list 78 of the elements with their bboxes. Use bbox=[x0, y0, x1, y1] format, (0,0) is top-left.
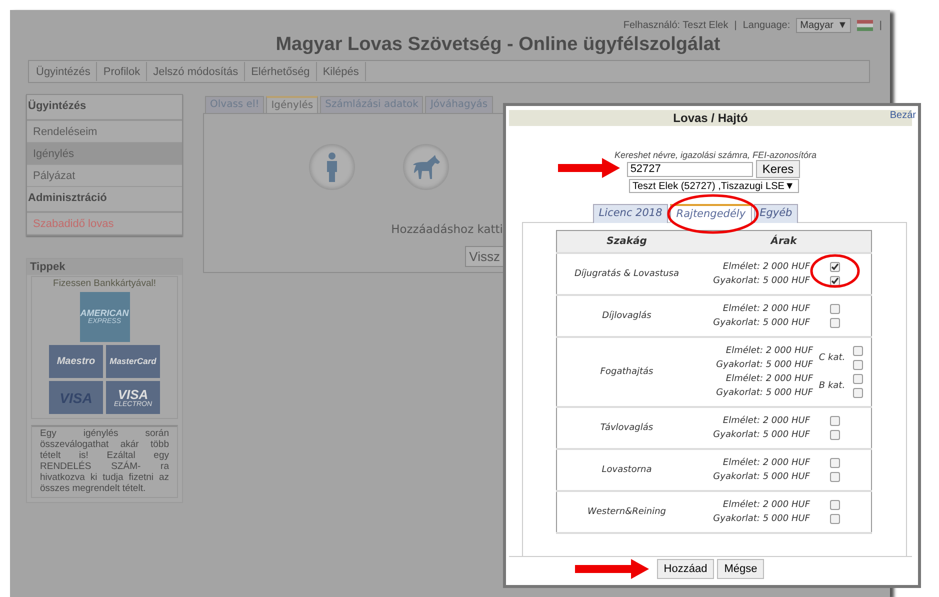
sidebar-item[interactable]: Pályázat bbox=[27, 165, 182, 187]
checkbox[interactable] bbox=[830, 458, 840, 468]
checkbox[interactable] bbox=[830, 472, 840, 482]
back-button[interactable]: Vissz bbox=[465, 246, 503, 267]
add-button[interactable]: Hozzáad bbox=[656, 559, 714, 579]
category-label: C kat. bbox=[818, 352, 846, 362]
rider-button[interactable] bbox=[309, 144, 355, 190]
horse-button[interactable] bbox=[403, 144, 449, 190]
annotation-arrow bbox=[558, 158, 620, 178]
checkbox[interactable] bbox=[853, 360, 863, 370]
price-text: Gyakorlat: 5 000 HUF bbox=[716, 358, 813, 372]
checkbox[interactable] bbox=[853, 388, 863, 398]
card-logo: Maestro bbox=[49, 345, 103, 378]
nav-link[interactable]: Ügyintézés bbox=[30, 62, 98, 81]
nav-link[interactable]: Elérhetőség bbox=[245, 62, 317, 81]
price-text: Elmélet: 2 000 HUF bbox=[726, 372, 813, 386]
nav-link[interactable]: Kilépés bbox=[316, 62, 366, 81]
checkbox[interactable] bbox=[830, 318, 840, 328]
instruction-text: Hozzáadáshoz katti bbox=[391, 222, 503, 236]
category-label: B kat. bbox=[818, 380, 846, 390]
column-header: Árak bbox=[696, 230, 872, 252]
cancel-button[interactable]: Mégse bbox=[717, 559, 764, 579]
checkbox[interactable] bbox=[830, 304, 840, 314]
price-text: Elmélet: 2 000 HUF bbox=[722, 456, 810, 470]
user-label: Felhasználó: Teszt Elek bbox=[623, 20, 728, 30]
search-hint: Kereshet névre, igazolási számra, FEI-azonosítóra bbox=[613, 150, 817, 160]
card-logo: MasterCard bbox=[106, 345, 160, 378]
highlight-circle bbox=[810, 254, 860, 288]
table-cell: Díjugratás & Lovastusa bbox=[556, 252, 696, 294]
section-title: Adminisztráció bbox=[27, 187, 182, 213]
checkbox[interactable] bbox=[830, 514, 840, 524]
search-button[interactable]: Keres bbox=[756, 160, 800, 178]
table-cell: Távlovaglás bbox=[556, 406, 696, 448]
person-icon bbox=[326, 152, 338, 182]
column-header: Szakág bbox=[556, 230, 696, 252]
search-field[interactable]: 52727 bbox=[627, 162, 754, 176]
tab[interactable]: Igénylés bbox=[266, 96, 318, 113]
nav-link[interactable]: Profilok bbox=[97, 62, 148, 81]
price-text: Elmélet: 2 000 HUF bbox=[722, 498, 810, 512]
price-text: Elmélet: 2 000 HUF bbox=[722, 414, 810, 428]
checkbox[interactable] bbox=[830, 430, 840, 440]
tab[interactable]: Egyéb bbox=[754, 204, 798, 223]
checkbox[interactable] bbox=[830, 262, 840, 272]
checkbox[interactable] bbox=[830, 276, 840, 286]
price-text: Gyakorlat: 5 000 HUF bbox=[713, 470, 810, 484]
sidebar-item[interactable]: Igénylés bbox=[27, 143, 182, 165]
price-text: Gyakorlat: 5 000 HUF bbox=[716, 386, 813, 400]
table-cell: Díjlovaglás bbox=[556, 294, 696, 336]
checkbox[interactable] bbox=[853, 374, 863, 384]
price-text: Gyakorlat: 5 000 HUF bbox=[713, 316, 810, 330]
checkbox[interactable] bbox=[830, 416, 840, 426]
tab[interactable]: Rajtengedély bbox=[670, 204, 752, 223]
price-text: Gyakorlat: 5 000 HUF bbox=[713, 274, 810, 288]
horse-icon bbox=[411, 155, 441, 179]
price-text: Gyakorlat: 5 000 HUF bbox=[713, 428, 810, 442]
price-text: Elmélet: 2 000 HUF bbox=[726, 344, 813, 358]
price-text: Elmélet: 2 000 HUF bbox=[722, 302, 810, 316]
price-text: Gyakorlat: 5 000 HUF bbox=[713, 512, 810, 526]
checkbox[interactable] bbox=[830, 500, 840, 510]
tab[interactable]: Licenc 2018 bbox=[592, 204, 668, 223]
section-title: Ügyintézés bbox=[27, 95, 182, 121]
checkbox[interactable] bbox=[853, 346, 863, 356]
person-select[interactable]: Teszt Elek (52727) ,Tiszazugi LSE▼ bbox=[628, 179, 798, 193]
sidebar-item[interactable]: Szabadidő lovas bbox=[27, 213, 182, 235]
tips-caption: Fizessen Bankkártyával! bbox=[53, 278, 156, 289]
language-select[interactable]: Magyar ▼ bbox=[796, 18, 852, 32]
separator: | bbox=[879, 20, 882, 30]
flag-icon bbox=[857, 20, 874, 30]
language-label: Language: bbox=[742, 20, 790, 30]
table-cell: Western&Reining bbox=[556, 490, 696, 532]
tips-title: Tippek bbox=[27, 259, 182, 275]
price-text: Elmélet: 2 000 HUF bbox=[722, 260, 810, 274]
table-cell: Lovastorna bbox=[556, 448, 696, 490]
table-cell: Fogathajtás bbox=[556, 336, 696, 406]
tips-note: Egy igénylés során összeválogathat akár több tételt is! Ezáltal egy RENDELÉS SZÁM- ra hivatkozva ki tudja fizetni az összes megrendelt tételt. bbox=[31, 425, 178, 498]
separator: | bbox=[734, 20, 737, 30]
nav-link[interactable]: Jelszó módosítás bbox=[147, 62, 246, 81]
page-title: Magyar Lovas Szövetség - Online ügyfélszolgálat bbox=[274, 34, 722, 57]
